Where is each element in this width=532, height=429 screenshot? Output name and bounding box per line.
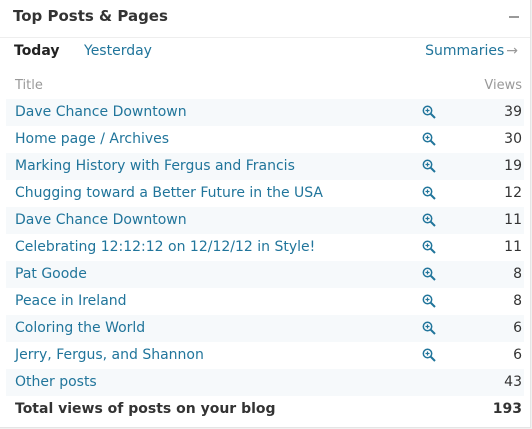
- post-title-link[interactable]: Dave Chance Downtown: [15, 212, 187, 228]
- post-title-link[interactable]: Celebrating 12:12:12 on 12/12/12 in Styl…: [15, 239, 315, 255]
- zoom-icon[interactable]: [422, 294, 436, 308]
- post-views: 11: [504, 239, 522, 255]
- zoom-icon[interactable]: [422, 105, 436, 119]
- post-title-link[interactable]: Dave Chance Downtown: [15, 104, 187, 120]
- arrow-right-icon: →: [506, 43, 518, 59]
- post-title-link[interactable]: Jerry, Fergus, and Shannon: [15, 347, 204, 363]
- post-views: 8: [513, 266, 522, 282]
- summaries-label: Summaries: [425, 43, 505, 59]
- post-views: 30: [504, 131, 522, 147]
- post-views: 8: [513, 293, 522, 309]
- zoom-icon[interactable]: [422, 321, 436, 335]
- widget-header: Top Posts & Pages: [0, 0, 530, 38]
- table-row: Marking History with Fergus and Francis …: [6, 153, 524, 180]
- table-row: Jerry, Fergus, and Shannon 6: [6, 342, 524, 369]
- table-row: Coloring the World 6: [6, 315, 524, 342]
- post-title-link[interactable]: Coloring the World: [15, 320, 145, 336]
- table-row: Dave Chance Downtown 39: [6, 99, 524, 126]
- zoom-icon[interactable]: [422, 159, 436, 173]
- collapse-icon[interactable]: [508, 8, 520, 24]
- top-posts-widget: Top Posts & Pages Today Yesterday Summar…: [0, 0, 531, 428]
- post-title-link[interactable]: Chugging toward a Better Future in the U…: [15, 185, 323, 201]
- total-row: Total views of posts on your blog 193: [6, 396, 524, 423]
- table-row: Dave Chance Downtown 11: [6, 207, 524, 234]
- post-title-link[interactable]: Marking History with Fergus and Francis: [15, 158, 295, 174]
- tab-today[interactable]: Today: [14, 43, 59, 59]
- zoom-icon[interactable]: [422, 267, 436, 281]
- table-row: Celebrating 12:12:12 on 12/12/12 in Styl…: [6, 234, 524, 261]
- period-tabs: Today Yesterday Summaries →: [14, 43, 518, 63]
- other-posts-views: 43: [504, 374, 522, 390]
- column-header-views: Views: [484, 78, 522, 93]
- zoom-icon[interactable]: [422, 186, 436, 200]
- post-views: 12: [504, 185, 522, 201]
- column-header-title: Title: [15, 78, 43, 93]
- other-posts-link[interactable]: Other posts: [15, 374, 97, 390]
- tab-yesterday[interactable]: Yesterday: [84, 43, 152, 59]
- post-title-link[interactable]: Peace in Ireland: [15, 293, 127, 309]
- total-label: Total views of posts on your blog: [15, 401, 276, 417]
- zoom-icon[interactable]: [422, 240, 436, 254]
- table-row: Chugging toward a Better Future in the U…: [6, 180, 524, 207]
- zoom-icon[interactable]: [422, 213, 436, 227]
- post-views: 39: [504, 104, 522, 120]
- post-views: 19: [504, 158, 522, 174]
- top-posts-table: Title Views Dave Chance Downtown 39 Home…: [6, 72, 524, 423]
- zoom-icon[interactable]: [422, 348, 436, 362]
- total-views: 193: [492, 401, 522, 417]
- table-row: Home page / Archives 30: [6, 126, 524, 153]
- post-views: 6: [513, 320, 522, 336]
- post-title-link[interactable]: Pat Goode: [15, 266, 87, 282]
- zoom-icon[interactable]: [422, 132, 436, 146]
- table-row: Pat Goode 8: [6, 261, 524, 288]
- other-posts-row: Other posts 43: [6, 369, 524, 396]
- table-row: Peace in Ireland 8: [6, 288, 524, 315]
- post-views: 6: [513, 347, 522, 363]
- table-header: Title Views: [6, 72, 524, 99]
- widget-title: Top Posts & Pages: [13, 7, 168, 25]
- post-views: 11: [504, 212, 522, 228]
- summaries-link[interactable]: Summaries →: [425, 43, 518, 59]
- post-title-link[interactable]: Home page / Archives: [15, 131, 169, 147]
